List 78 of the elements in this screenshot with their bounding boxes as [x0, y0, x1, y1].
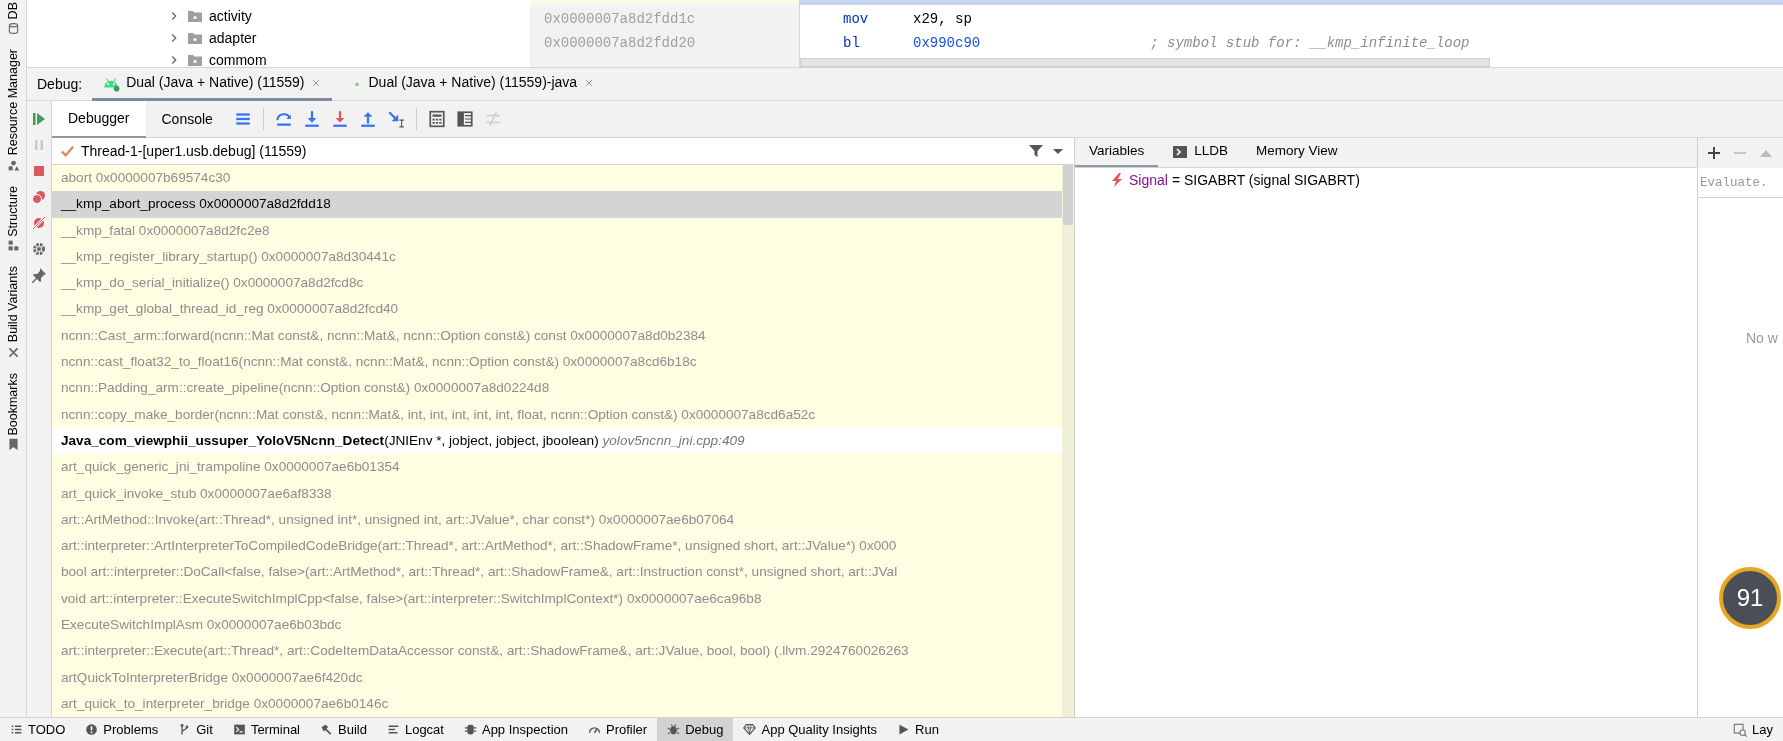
- panel-tab[interactable]: Variables: [1075, 138, 1159, 167]
- tool-window-button[interactable]: TODO: [0, 717, 76, 741]
- console-icon: [1172, 143, 1189, 160]
- address-text: 0x0000007a8d2fdd1c: [544, 11, 696, 27]
- panel-tab[interactable]: Debugger: [52, 100, 146, 138]
- mute-breakpoints-icon[interactable]: [31, 215, 47, 231]
- hammer-icon: [320, 723, 333, 736]
- tree-item[interactable]: commom: [209, 49, 267, 67]
- panel-tab[interactable]: Memory View: [1242, 138, 1352, 167]
- table-icon[interactable]: [455, 110, 474, 128]
- resume-icon[interactable]: [31, 111, 47, 127]
- tool-window-button[interactable]: Logcat: [376, 717, 454, 741]
- panel-tab[interactable]: LLDB: [1158, 138, 1243, 167]
- structure-icon: [6, 239, 20, 253]
- stop-icon[interactable]: [31, 163, 47, 179]
- variants-icon: [6, 345, 20, 359]
- tool-window-tab[interactable]: DB: [6, 2, 20, 20]
- tool-window-button[interactable]: App Inspection: [453, 717, 578, 741]
- list-icon: [10, 723, 23, 736]
- operand-text: 0x990c90: [913, 34, 981, 53]
- tool-window-button[interactable]: Run: [887, 717, 949, 741]
- play-icon: [897, 723, 911, 736]
- step-over-icon[interactable]: [274, 110, 293, 128]
- tool-window-button[interactable]: App Quality Insights: [733, 717, 888, 741]
- calculator-icon[interactable]: [427, 110, 446, 128]
- menu-icon[interactable]: [233, 110, 252, 128]
- tool-window-button[interactable]: Problems: [75, 717, 169, 741]
- check-icon: [60, 143, 75, 159]
- pin-icon[interactable]: [31, 267, 47, 283]
- tool-window-tab[interactable]: Structure: [6, 185, 20, 237]
- step-into-icon[interactable]: [330, 110, 349, 128]
- horizontal-scrollbar[interactable]: [800, 58, 1490, 67]
- breakpoints-icon[interactable]: [31, 189, 47, 205]
- tool-window-button[interactable]: Profiler: [578, 717, 658, 741]
- tool-window-button[interactable]: Debug: [657, 717, 734, 741]
- device-icon: [463, 723, 477, 736]
- log-icon: [386, 723, 400, 736]
- tool-window-button[interactable]: Terminal: [222, 717, 310, 741]
- code-comment: ; symbol stub for: __kmp_infinite_loop: [1150, 34, 1470, 53]
- stack-frame[interactable]: __kmp_abort_process 0x0000007a8d2fdd18: [52, 191, 1062, 218]
- folder-icon: [187, 8, 203, 24]
- operand-text: x29, sp: [913, 10, 972, 29]
- overlay-badge[interactable]: 91: [1719, 567, 1781, 629]
- layout-inspector-icon: [1733, 722, 1748, 737]
- empty-message: No w: [1745, 329, 1779, 348]
- address-text: 0x0000007a8d2fdd20: [544, 35, 696, 51]
- diamond-icon: [743, 723, 757, 736]
- tool-window-button[interactable]: Lay: [1723, 717, 1783, 741]
- bookmark-icon: [6, 438, 20, 452]
- variable-name: Signal: [1129, 170, 1168, 190]
- mnemonic-text: mov: [843, 10, 870, 29]
- mnemonic-text: bl: [843, 34, 861, 53]
- problems-icon: [85, 723, 99, 736]
- tool-window-tab[interactable]: Resource Manager: [6, 49, 20, 156]
- add-icon[interactable]: [1706, 145, 1722, 161]
- run-to-cursor-icon[interactable]: [386, 110, 405, 128]
- tree-item[interactable]: activity: [209, 5, 252, 27]
- terminal-icon: [232, 723, 246, 736]
- bug-icon: [667, 723, 681, 736]
- step-into-icon[interactable]: [302, 110, 321, 128]
- scrollbar-thumb[interactable]: [1063, 165, 1073, 225]
- panel-label: Debug:: [37, 74, 83, 94]
- panel-tab[interactable]: Console: [145, 100, 229, 138]
- stack-frame[interactable]: Java_com_viewphii_ussuper_YoloV5Ncnn_Detect(JNIEnv *, jobject, jobject, jboolean) yolov5ncnn_jni.cpp:409: [52, 427, 1062, 455]
- tool-window-button[interactable]: Git: [168, 717, 223, 741]
- lightning-icon: [1109, 172, 1125, 188]
- database-icon: [6, 22, 20, 36]
- step-out-icon[interactable]: [358, 110, 377, 128]
- tool-window-button[interactable]: Build: [310, 717, 377, 741]
- folder-icon: [187, 30, 203, 46]
- session-tab[interactable]: Dual (Java + Native) (11559)-java: [342, 67, 606, 101]
- filter-icon[interactable]: [1028, 143, 1044, 159]
- shapes-icon: [6, 158, 20, 172]
- tool-window-tab[interactable]: Build Variants: [6, 266, 20, 343]
- variable-value: = SIGABRT (signal SIGABRT): [1171, 170, 1360, 190]
- tree-item[interactable]: adapter: [209, 27, 257, 49]
- tool-window-tab[interactable]: Bookmarks: [6, 372, 20, 436]
- settings-icon[interactable]: [31, 241, 47, 257]
